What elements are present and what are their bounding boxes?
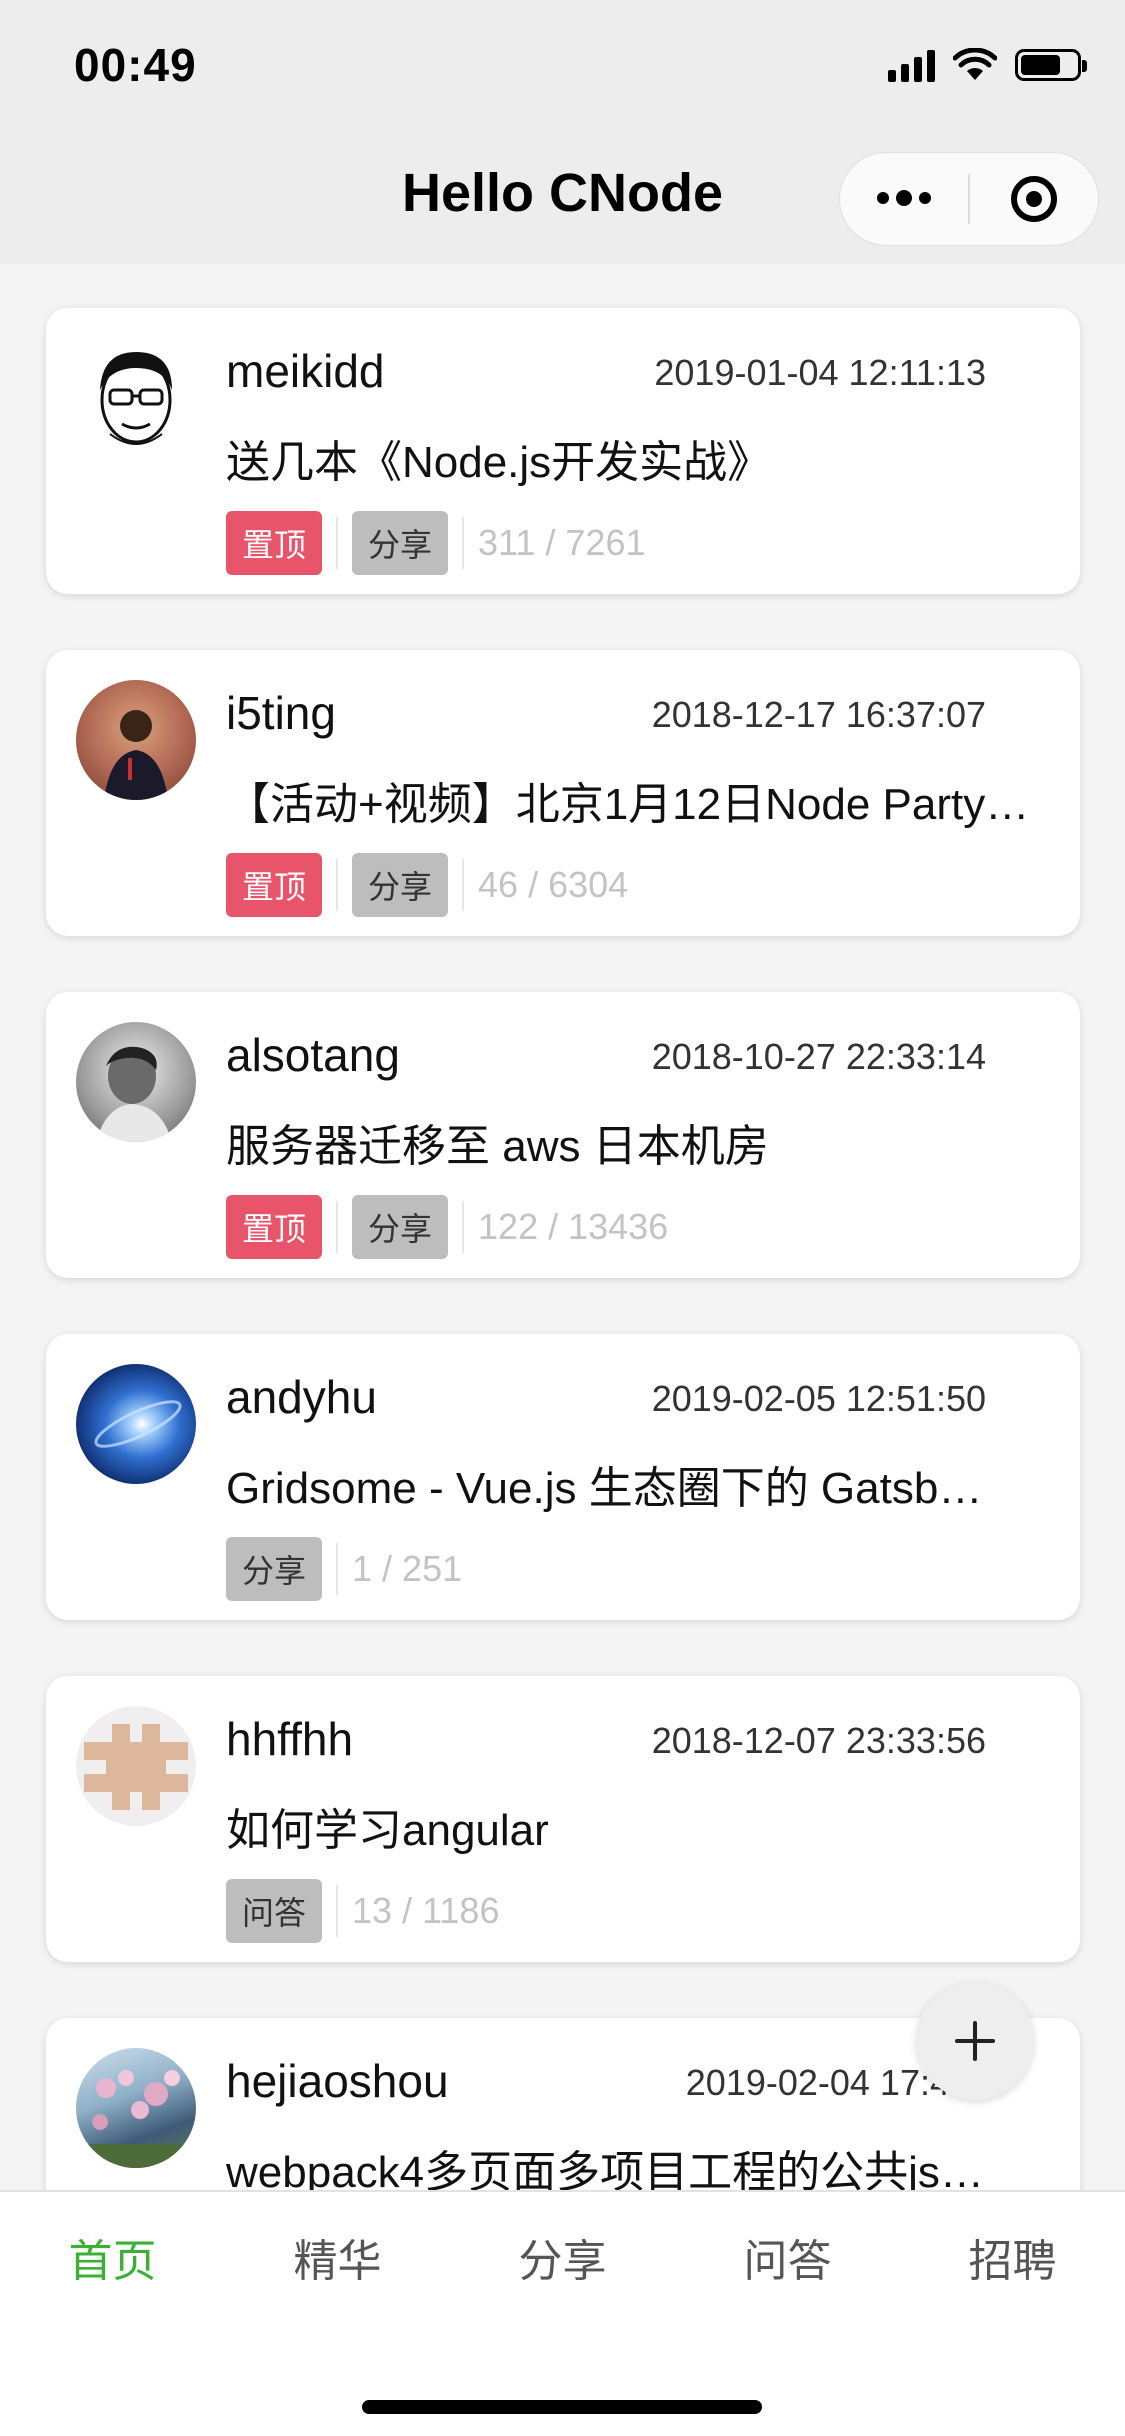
username[interactable]: hhffhh (226, 1712, 353, 1766)
reply-view-counts: 122 / 13436 (478, 1206, 669, 1247)
more-dots-icon (877, 190, 931, 206)
nav-bar: Hello CNode (0, 132, 1125, 264)
username[interactable]: meikidd (226, 344, 385, 398)
topic-card[interactable]: hhffhh 2018-12-07 23:33:56 如何学习angular 问… (46, 1676, 1080, 1962)
user-avatar[interactable] (76, 338, 196, 458)
tab-good[interactable]: 精华 (225, 2225, 450, 2289)
reply-view-counts: 311 / 7261 (478, 522, 646, 563)
status-time: 00:49 (74, 39, 197, 91)
tab-job[interactable]: 招聘 (900, 2225, 1125, 2289)
topic-card[interactable]: alsotang 2018-10-27 22:33:14 服务器迁移至 aws … (46, 992, 1080, 1278)
status-icons (888, 48, 1087, 82)
wifi-icon (953, 48, 997, 80)
topic-meta: 置顶 分享 46 / 6304 (226, 852, 628, 918)
pinned-tag: 置顶 (226, 1195, 323, 1259)
plus-icon (955, 2021, 995, 2061)
username[interactable]: andyhu (226, 1370, 377, 1424)
divider (462, 1201, 465, 1253)
tab-ask[interactable]: 问答 (675, 2225, 900, 2289)
topic-meta: 置顶 分享 122 / 13436 (226, 1194, 668, 1260)
pinned-tag: 置顶 (226, 511, 323, 575)
category-tag: 问答 (226, 1879, 323, 1943)
mini-program-capsule (839, 152, 1099, 246)
status-bar: 00:49 (0, 0, 1125, 132)
reply-view-counts: 46 / 6304 (478, 864, 629, 905)
close-mini-program-button[interactable] (970, 153, 1098, 245)
divider (336, 517, 339, 569)
divider (336, 859, 339, 911)
user-avatar[interactable] (76, 1706, 196, 1826)
user-avatar[interactable] (76, 1364, 196, 1484)
signal-icon (888, 48, 935, 82)
topic-list[interactable]: meikidd 2019-01-04 12:11:13 送几本《Node.js开… (0, 264, 1125, 2190)
divider (336, 1201, 339, 1253)
battery-icon (1015, 49, 1087, 81)
post-date: 2019-01-04 12:11:13 (654, 352, 986, 393)
topic-meta: 问答 13 / 1186 (226, 1878, 499, 1944)
reply-view-counts: 13 / 1186 (352, 1890, 500, 1931)
category-tag: 分享 (226, 1537, 323, 1601)
user-avatar[interactable] (76, 2048, 196, 2168)
category-tag: 分享 (352, 853, 449, 917)
topic-title[interactable]: 【活动+视频】北京1月12日Node Party… (226, 768, 1046, 832)
username[interactable]: alsotang (226, 1028, 400, 1082)
category-tag: 分享 (352, 511, 449, 575)
pinned-tag: 置顶 (226, 853, 323, 917)
divider (462, 517, 465, 569)
divider (462, 859, 465, 911)
post-date: 2018-10-27 22:33:14 (651, 1036, 986, 1077)
topic-title[interactable]: Gridsome - Vue.js 生态圈下的 Gatsb… (226, 1452, 1046, 1516)
topic-title[interactable]: 如何学习angular (226, 1794, 1046, 1858)
post-date: 2018-12-07 23:33:56 (651, 1720, 986, 1761)
topic-card[interactable]: i5ting 2018-12-17 16:37:07 【活动+视频】北京1月12… (46, 650, 1080, 936)
topic-card[interactable]: andyhu 2019-02-05 12:51:50 Gridsome - Vu… (46, 1334, 1080, 1620)
user-avatar[interactable] (76, 1022, 196, 1142)
topic-title[interactable]: webpack4多页面多项目工程的公共js… (226, 2136, 1046, 2190)
home-indicator (362, 2400, 762, 2414)
tab-share[interactable]: 分享 (450, 2225, 675, 2289)
target-icon (1011, 176, 1057, 222)
divider (336, 1543, 339, 1595)
topic-title[interactable]: 送几本《Node.js开发实战》 (226, 426, 1046, 490)
topic-meta: 置顶 分享 311 / 7261 (226, 510, 646, 576)
more-button[interactable] (840, 153, 968, 245)
post-date: 2019-02-05 12:51:50 (651, 1378, 986, 1419)
topic-meta: 分享 1 / 251 (226, 1536, 462, 1602)
username[interactable]: i5ting (226, 686, 336, 740)
divider (336, 1885, 339, 1937)
category-tag: 分享 (352, 1195, 449, 1259)
user-avatar[interactable] (76, 680, 196, 800)
topic-card[interactable]: meikidd 2019-01-04 12:11:13 送几本《Node.js开… (46, 308, 1080, 594)
new-topic-button[interactable] (916, 1982, 1034, 2100)
tab-home[interactable]: 首页 (0, 2225, 225, 2289)
reply-view-counts: 1 / 251 (352, 1548, 463, 1589)
username[interactable]: hejiaoshou (226, 2054, 449, 2108)
topic-title[interactable]: 服务器迁移至 aws 日本机房 (226, 1110, 1046, 1174)
post-date: 2018-12-17 16:37:07 (651, 694, 986, 735)
